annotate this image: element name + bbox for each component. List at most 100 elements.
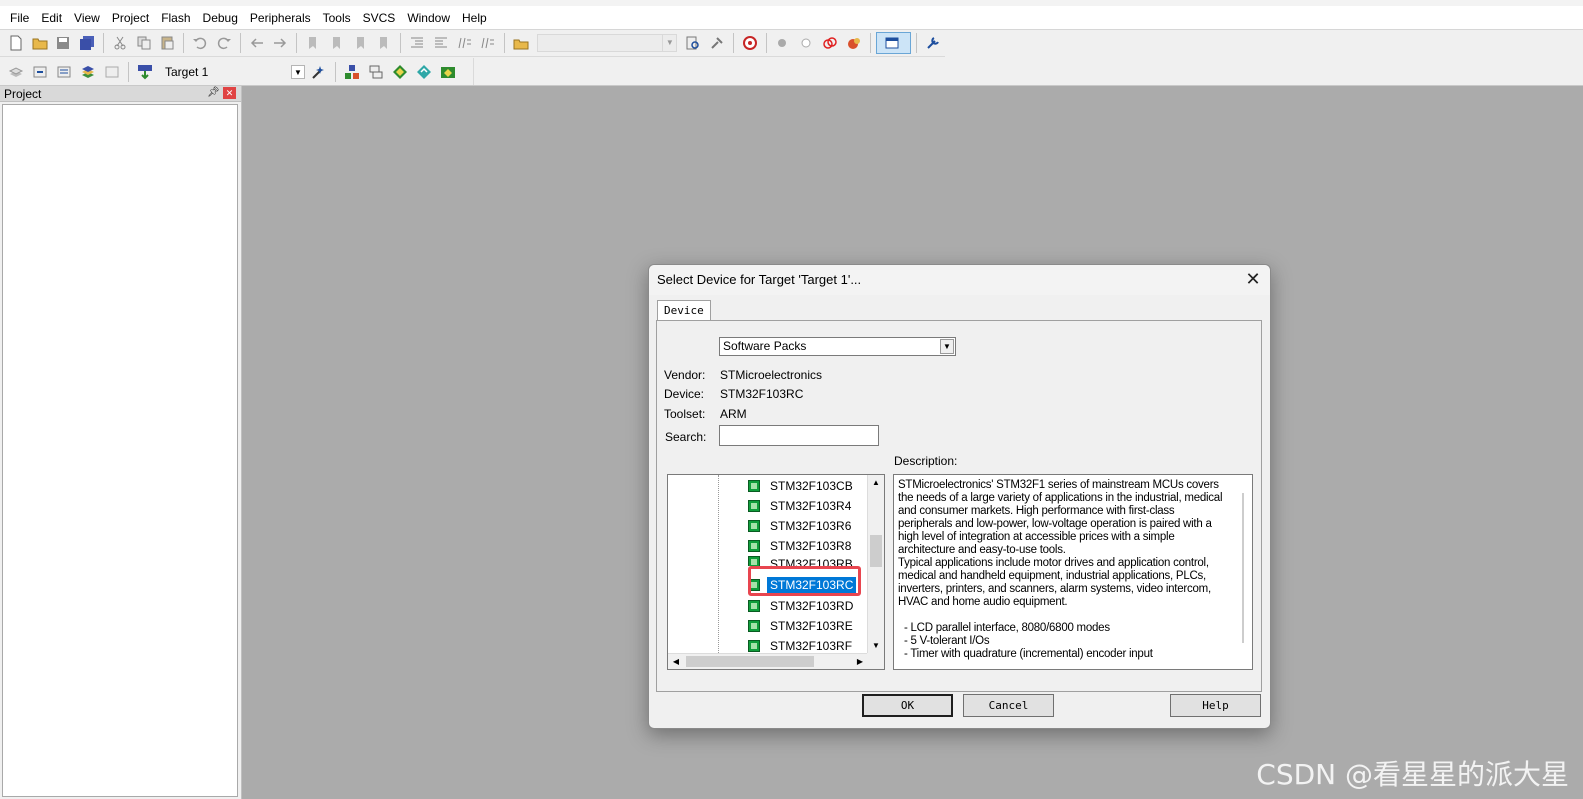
file-toolbar: ▼: [0, 30, 945, 57]
menu-help[interactable]: Help: [456, 7, 493, 29]
close-icon[interactable]: ✕: [1244, 265, 1262, 295]
download-load-icon[interactable]: [134, 61, 156, 83]
select-packs-icon[interactable]: [413, 61, 435, 83]
scroll-thumb[interactable]: [870, 535, 882, 567]
save-all-icon[interactable]: [76, 32, 98, 54]
unindent-icon[interactable]: [430, 32, 452, 54]
window-layout-icon[interactable]: [875, 32, 912, 54]
uncomment-icon[interactable]: [477, 32, 499, 54]
device-name: STM32F103R4: [770, 498, 852, 513]
build-icon[interactable]: [29, 61, 51, 83]
scroll-down-icon[interactable]: ▼: [868, 638, 884, 654]
toolbar-separator: [239, 33, 241, 53]
menu-tools[interactable]: Tools: [317, 7, 357, 29]
scroll-thumb[interactable]: [686, 656, 814, 667]
paste-icon[interactable]: [156, 32, 178, 54]
menu-project[interactable]: Project: [106, 7, 155, 29]
device-name: STM32F103RB: [770, 557, 853, 566]
open-folder-icon[interactable]: [29, 32, 51, 54]
chip-icon: [748, 556, 760, 566]
find-in-files-icon[interactable]: [510, 32, 532, 54]
device-name: STM32F103R6: [770, 518, 852, 533]
file-extensions-icon[interactable]: [365, 61, 387, 83]
translate-icon[interactable]: [5, 61, 27, 83]
manage-components-icon[interactable]: [341, 61, 363, 83]
debug-session-icon[interactable]: [739, 32, 761, 54]
target-options-icon[interactable]: [308, 61, 330, 83]
toolbar-separator: [128, 61, 129, 82]
build-toolbar: Target 1 ▼: [0, 58, 474, 85]
undo-icon[interactable]: [189, 32, 211, 54]
menu-debug[interactable]: Debug: [197, 7, 244, 29]
redo-icon[interactable]: [213, 32, 235, 54]
toolbar-separator: [916, 33, 918, 53]
ok-button[interactable]: OK: [862, 694, 953, 717]
copy-icon[interactable]: [133, 32, 155, 54]
nav-forward-icon[interactable]: [269, 32, 291, 54]
tree-horizontal-scrollbar[interactable]: ◀ ▶: [668, 653, 868, 669]
pin-icon[interactable]: 📌︎: [207, 87, 220, 99]
tree-item-device[interactable]: STM32F103RB: [748, 556, 856, 566]
menu-file[interactable]: File: [4, 7, 35, 29]
project-tree[interactable]: [2, 104, 238, 797]
incremental-find-icon[interactable]: [706, 32, 728, 54]
menu-window[interactable]: Window: [401, 7, 456, 29]
cut-icon[interactable]: [109, 32, 131, 54]
menu-flash[interactable]: Flash: [155, 7, 196, 29]
scrollbar-corner: [867, 653, 884, 669]
bookmark-clear-icon[interactable]: [373, 32, 395, 54]
breakpoint-kill-icon[interactable]: [843, 32, 865, 54]
device-value: STM32F103RC: [720, 387, 804, 401]
dialog-title-bar: Select Device for Target 'Target 1'... ✕: [649, 265, 1270, 295]
breakpoint-clear-icon[interactable]: [819, 32, 841, 54]
pack-installer-icon[interactable]: [389, 61, 411, 83]
vendor-label: Vendor:: [664, 368, 706, 382]
tree-item-device[interactable]: STM32F103RE: [748, 616, 856, 635]
bookmark-icon[interactable]: [302, 32, 324, 54]
scroll-up-icon[interactable]: ▲: [868, 475, 884, 491]
target-select-value: Target 1: [165, 64, 209, 79]
toolbar-separator: [183, 33, 185, 53]
chip-icon: [748, 519, 760, 532]
tree-vertical-scrollbar[interactable]: ▲ ▼: [867, 475, 884, 654]
rebuild-icon[interactable]: [53, 61, 75, 83]
stop-build-icon[interactable]: [101, 61, 123, 83]
cancel-button[interactable]: Cancel: [963, 694, 1054, 717]
comment-icon[interactable]: [454, 32, 476, 54]
menu-view[interactable]: View: [68, 7, 106, 29]
tree-item-device[interactable]: STM32F103R6: [748, 516, 854, 535]
bookmark-prev-icon[interactable]: [326, 32, 348, 54]
search-input[interactable]: [719, 425, 879, 446]
breakpoint-disable-icon[interactable]: [795, 32, 817, 54]
close-icon[interactable]: ✕: [223, 87, 236, 99]
tree-item-device[interactable]: STM32F103CB: [748, 476, 856, 495]
menu-edit[interactable]: Edit: [35, 7, 68, 29]
batch-build-icon[interactable]: [77, 61, 99, 83]
scroll-right-icon[interactable]: ▶: [852, 654, 868, 669]
bookmark-next-icon[interactable]: [350, 32, 372, 54]
description-bullet: - 5 V-tolerant I/Os: [904, 635, 990, 647]
device-label: Device:: [664, 387, 705, 401]
selection-highlight-annotation: [748, 566, 861, 596]
menu-peripherals[interactable]: Peripherals: [244, 7, 317, 29]
manage-run-time-icon[interactable]: [437, 61, 459, 83]
target-select[interactable]: Target 1 ▼: [161, 62, 307, 82]
new-file-icon[interactable]: [5, 32, 27, 54]
description-scrollbar[interactable]: [1242, 493, 1244, 643]
tree-item-device[interactable]: STM32F103R4: [748, 496, 854, 515]
tree-item-device[interactable]: STM32F103R8: [748, 536, 854, 555]
find-icon[interactable]: [682, 32, 704, 54]
breakpoint-icon[interactable]: [772, 32, 794, 54]
save-icon[interactable]: [53, 32, 75, 54]
tab-device[interactable]: Device: [657, 300, 711, 321]
help-button[interactable]: Help: [1170, 694, 1261, 717]
pack-source-select[interactable]: Software Packs ▼: [719, 337, 956, 356]
nav-back-icon[interactable]: [246, 32, 268, 54]
device-tree[interactable]: STM32F103CB STM32F103R4 STM32F103R6 STM3…: [667, 474, 885, 670]
menu-svcs[interactable]: SVCS: [357, 7, 402, 29]
find-combo[interactable]: ▼: [536, 34, 678, 52]
configure-wrench-icon[interactable]: [922, 32, 944, 54]
scroll-left-icon[interactable]: ◀: [668, 654, 684, 669]
tree-item-device[interactable]: STM32F103RD: [748, 596, 856, 615]
indent-icon[interactable]: [406, 32, 428, 54]
